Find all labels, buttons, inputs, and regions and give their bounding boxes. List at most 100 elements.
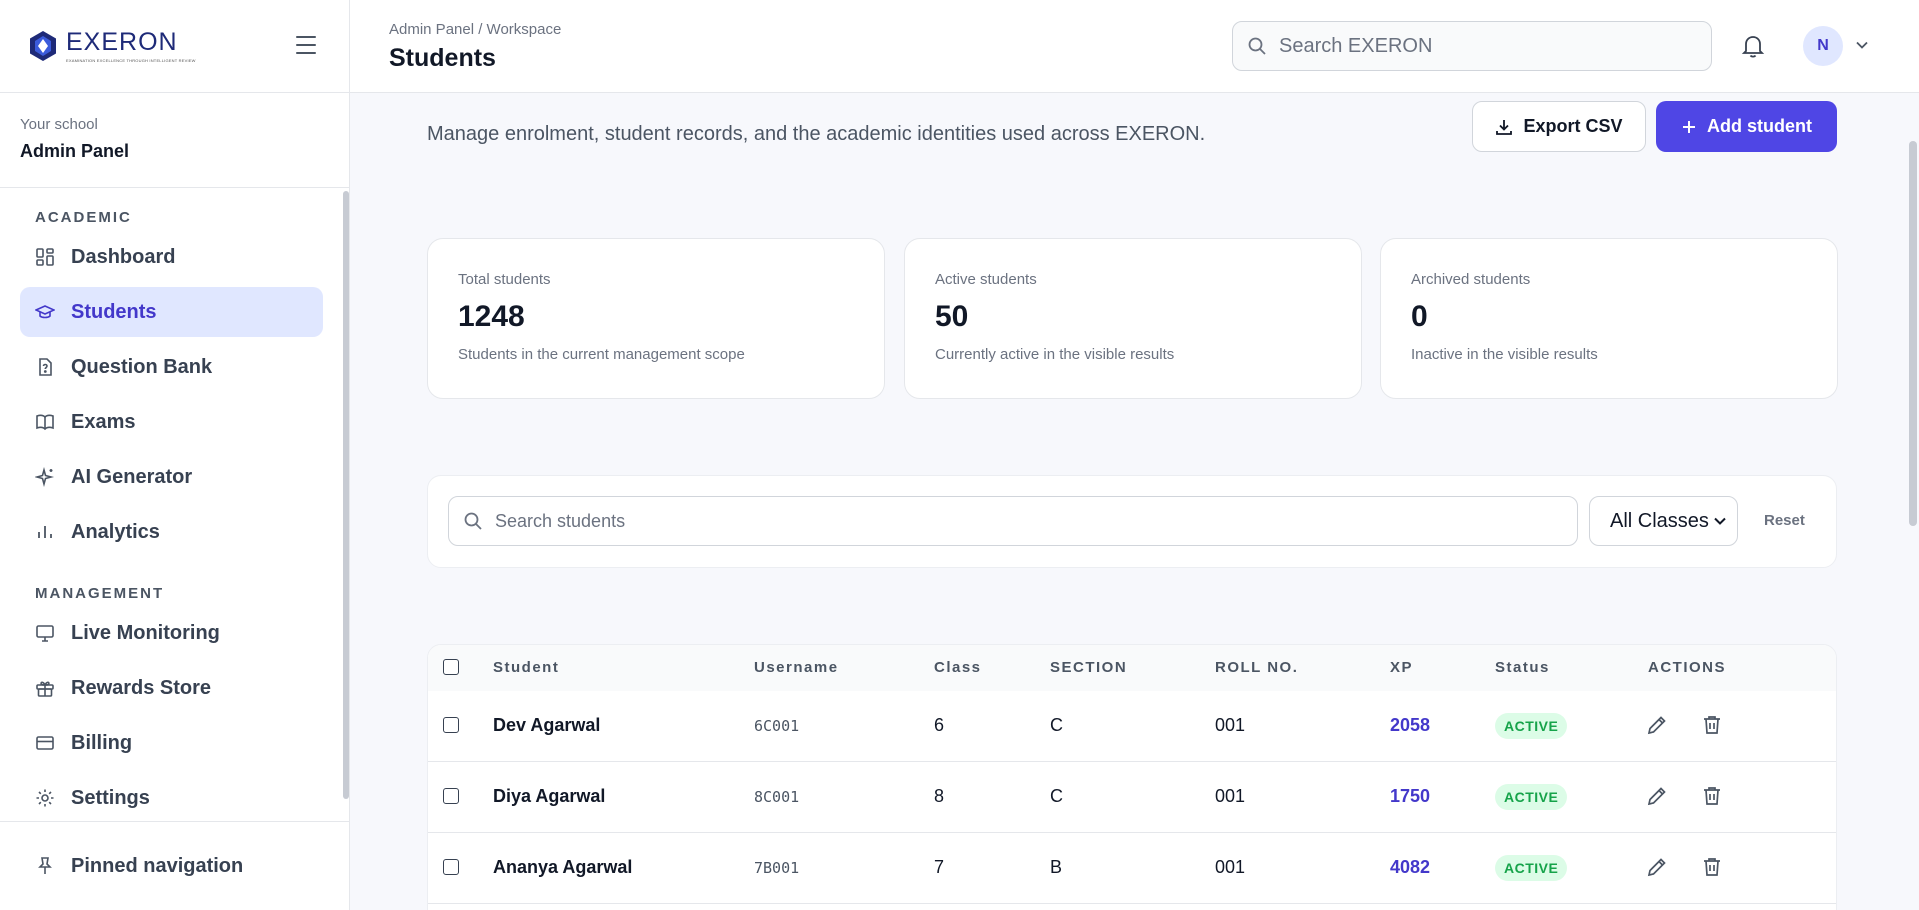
student-class: 8 <box>934 786 945 806</box>
delete-trash-icon[interactable] <box>1700 784 1724 808</box>
stat-card-active: Active students 50 Currently active in t… <box>904 238 1362 399</box>
search-icon <box>1248 37 1266 55</box>
sidebar-item-label: Exams <box>71 410 136 433</box>
column-header-section[interactable]: SECTION <box>1050 659 1127 676</box>
table-row[interactable]: Dev Agarwal 6C001 6 C 001 2058 ACTIVE <box>428 691 1836 762</box>
student-roll-no: 001 <box>1215 857 1246 877</box>
user-avatar[interactable]: N <box>1803 26 1843 66</box>
stat-value: 50 <box>935 300 969 333</box>
sidebar-item-ai-generator[interactable]: AI Generator <box>20 452 323 502</box>
table-row[interactable]: Ananya Agarwal 7B001 7 B 001 4082 ACTIVE <box>428 833 1836 904</box>
brand-header: EXERON EXAMINATION EXCELLENCE THROUGH IN… <box>0 0 349 93</box>
bar-chart-icon <box>35 522 55 542</box>
edit-pencil-icon[interactable] <box>1645 855 1669 879</box>
download-icon <box>1496 119 1513 135</box>
notification-bell-icon[interactable] <box>1741 33 1765 59</box>
edit-pencil-icon[interactable] <box>1645 713 1669 737</box>
sidebar: EXERON EXAMINATION EXCELLENCE THROUGH IN… <box>0 0 350 910</box>
status-badge: ACTIVE <box>1495 855 1568 881</box>
sidebar-item-question-bank[interactable]: Question Bank <box>20 342 323 392</box>
nav-section-management: MANAGEMENT <box>35 585 165 602</box>
student-search-input[interactable] <box>495 510 1495 532</box>
stat-label: Archived students <box>1411 271 1531 288</box>
column-header-xp[interactable]: XP <box>1390 659 1413 676</box>
students-table: Student Username Class SECTION ROLL NO. … <box>427 644 1837 910</box>
stat-description: Currently active in the visible results <box>935 346 1175 363</box>
reset-filters-button[interactable]: Reset <box>1764 512 1805 529</box>
credit-card-icon <box>35 733 55 753</box>
column-header-actions: ACTIONS <box>1648 659 1726 676</box>
global-search[interactable] <box>1232 21 1712 71</box>
hamburger-icon <box>296 36 316 38</box>
menu-toggle-button[interactable] <box>296 36 316 54</box>
monitor-icon <box>35 623 55 643</box>
edit-pencil-icon[interactable] <box>1645 784 1669 808</box>
breadcrumb[interactable]: Admin Panel / Workspace <box>389 21 561 38</box>
delete-trash-icon[interactable] <box>1700 855 1724 879</box>
row-checkbox[interactable] <box>443 717 459 733</box>
select-all-checkbox[interactable] <box>443 659 459 675</box>
sidebar-scrollbar[interactable] <box>342 189 350 821</box>
add-student-button[interactable]: Add student <box>1656 101 1837 152</box>
add-student-label: Add student <box>1707 116 1812 136</box>
sidebar-scrollbar-thumb[interactable] <box>343 191 349 799</box>
student-search[interactable] <box>448 496 1578 546</box>
student-xp: 1750 <box>1390 786 1431 806</box>
sidebar-nav: ACADEMIC Dashboard Students Question Ban… <box>0 189 350 821</box>
sidebar-item-students[interactable]: Students <box>20 287 323 337</box>
sidebar-item-analytics[interactable]: Analytics <box>20 507 323 557</box>
student-class: 7 <box>934 857 945 877</box>
search-icon <box>464 512 482 530</box>
column-header-username[interactable]: Username <box>754 659 839 676</box>
column-header-student[interactable]: Student <box>493 659 559 676</box>
sidebar-item-dashboard[interactable]: Dashboard <box>20 232 323 282</box>
sidebar-item-label: Rewards Store <box>71 676 212 699</box>
sidebar-item-settings[interactable]: Settings <box>20 773 323 821</box>
sidebar-item-exams[interactable]: Exams <box>20 397 323 447</box>
column-header-class[interactable]: Class <box>934 659 982 676</box>
stat-card-total: Total students 1248 Students in the curr… <box>427 238 885 399</box>
stat-card-archived: Archived students 0 Inactive in the visi… <box>1380 238 1838 399</box>
table-row[interactable]: Diya Agarwal 8C001 8 C 001 1750 ACTIVE <box>428 762 1836 833</box>
exeron-logo-icon <box>30 31 56 61</box>
row-checkbox[interactable] <box>443 788 459 804</box>
brand-name: EXERON <box>66 27 178 56</box>
school-name: Admin Panel <box>20 141 130 161</box>
row-checkbox[interactable] <box>443 859 459 875</box>
global-search-input[interactable] <box>1279 34 1679 58</box>
student-roll-no: 001 <box>1215 786 1246 806</box>
student-roll-no: 001 <box>1215 715 1246 735</box>
sidebar-item-label: Settings <box>71 786 150 809</box>
student-name[interactable]: Diya Agarwal <box>493 786 605 807</box>
exeron-logo[interactable]: EXERON EXAMINATION EXCELLENCE THROUGH IN… <box>28 27 196 63</box>
class-filter-value: All Classes <box>1610 509 1709 532</box>
pin-icon <box>35 856 55 876</box>
graduation-cap-icon <box>35 302 55 322</box>
pinned-navigation-label: Pinned navigation <box>71 854 244 877</box>
export-csv-button[interactable]: Export CSV <box>1472 101 1646 152</box>
class-filter-select[interactable]: All Classes <box>1589 496 1738 546</box>
stat-label: Active students <box>935 271 1037 288</box>
school-info: Your school Admin Panel <box>0 93 349 188</box>
student-name[interactable]: Dev Agarwal <box>493 715 600 736</box>
gear-icon <box>35 788 55 808</box>
page-description: Manage enrolment, student records, and t… <box>427 123 1206 145</box>
stat-label: Total students <box>458 271 551 288</box>
export-csv-label: Export CSV <box>1523 116 1623 136</box>
column-header-roll-no[interactable]: ROLL NO. <box>1215 659 1298 676</box>
student-username: 7B001 <box>754 859 800 877</box>
student-xp: 4082 <box>1390 857 1431 877</box>
table-header: Student Username Class SECTION ROLL NO. … <box>428 645 1836 691</box>
sidebar-item-rewards-store[interactable]: Rewards Store <box>20 663 323 713</box>
chevron-down-icon[interactable] <box>1855 38 1869 52</box>
student-username: 6C001 <box>754 717 800 735</box>
column-header-status[interactable]: Status <box>1495 659 1550 676</box>
sidebar-item-label: Students <box>71 300 157 323</box>
sidebar-item-live-monitoring[interactable]: Live Monitoring <box>20 608 323 658</box>
sidebar-item-billing[interactable]: Billing <box>20 718 323 768</box>
student-name[interactable]: Ananya Agarwal <box>493 857 632 878</box>
pinned-navigation-button[interactable]: Pinned navigation <box>20 841 323 891</box>
delete-trash-icon[interactable] <box>1700 713 1724 737</box>
stat-value: 0 <box>1411 300 1428 333</box>
main-scrollbar-thumb[interactable] <box>1909 141 1917 526</box>
